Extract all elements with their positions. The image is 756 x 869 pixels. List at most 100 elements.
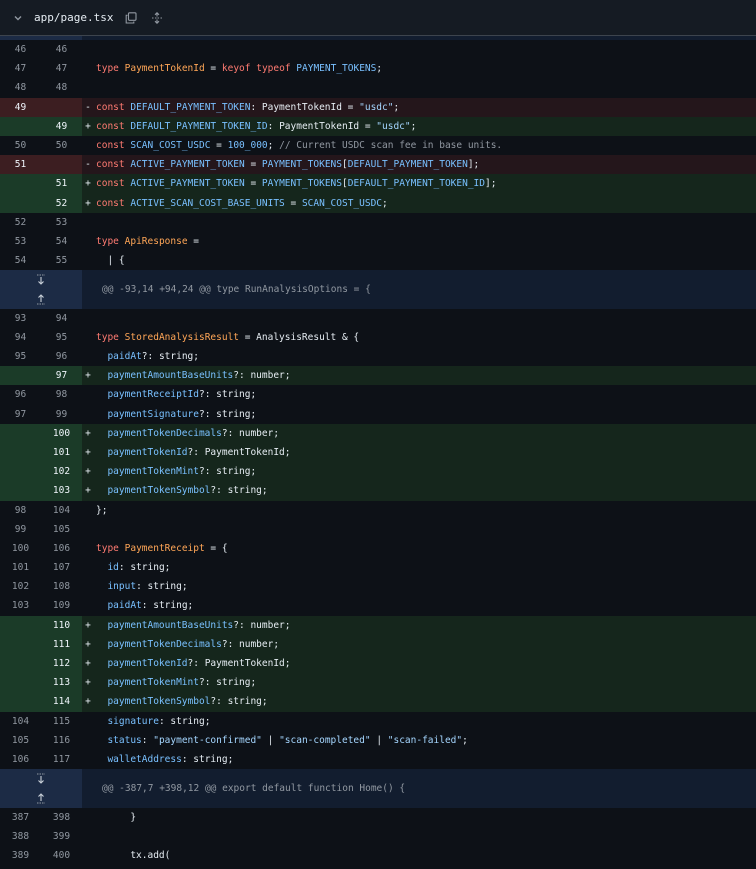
added-marker: + [85,485,91,497]
old-line-number: 49 [0,97,41,117]
old-line-number: 103 [11,600,30,612]
code-line: paymentTokenId?: PaymentTokenId; [107,658,291,670]
old-line-number: 95 [14,351,27,363]
code-line: paymentAmountBaseUnits?: number; [107,619,291,631]
new-line-number: 54 [55,235,68,247]
diff-line-added: 114 + paymentTokenSymbol?: string; [0,692,756,712]
diff-view: 46 46 47 47 type PaymentTokenId = keyof typ… [0,36,756,866]
new-line-number: 53 [55,216,68,228]
new-line-number: 108 [52,581,71,593]
diff-line-added: 97 + paymentAmountBaseUnits?: number; [0,366,756,386]
old-line-number: 105 [11,734,30,746]
diff-line: 98 104}; [0,500,756,520]
old-line-number [0,366,41,386]
old-line-number: 47 [14,63,27,75]
diff-line: 103 109 paidAt: string; [0,596,756,616]
diff-line-added: 100 + paymentTokenDecimals?: number; [0,423,756,443]
file-header: app/page.tsx [0,0,756,36]
new-line-number: 103 [41,481,82,501]
diff-line: 46 46 [0,40,756,60]
new-line-number: 117 [52,753,71,765]
diff-line-added: 102 + paymentTokenMint?: string; [0,462,756,482]
hunk-header: @@ -93,14 +94,24 @@ type RunAnalysisOpti… [0,270,756,309]
old-line-number [0,116,41,136]
diff-line: 99 105 [0,519,756,539]
code-line: paymentTokenMint?: string; [107,677,257,689]
code-line: const ACTIVE_PAYMENT_TOKEN = PAYMENT_TOK… [96,159,480,171]
code-line: type ApiResponse = [96,235,199,247]
new-line-number: 99 [55,408,68,420]
new-line-number: 97 [41,366,82,386]
expand-up-icon[interactable] [0,290,82,309]
old-line-number: 97 [14,408,27,420]
added-marker: + [85,466,91,478]
added-marker: + [85,446,91,458]
diff-line: 102 108 input: string; [0,577,756,597]
new-line-number: 113 [41,673,82,693]
diff-line: 50 50 const SCAN_COST_USDC = 100_000; // C… [0,135,756,156]
old-line-number: 106 [11,753,30,765]
code-line: } [96,811,137,823]
code-line: const ACTIVE_PAYMENT_TOKEN = PAYMENT_TOK… [96,178,497,190]
old-line-number: 51 [0,155,41,175]
old-line-number: 96 [14,389,27,401]
expand-down-icon[interactable] [0,270,82,289]
diff-line: 47 47 type PaymentTokenId = keyof typeof P… [0,59,756,79]
old-line-number: 48 [14,82,27,94]
code-line: paymentTokenId?: PaymentTokenId; [107,446,291,458]
code-line: paymentReceiptId?: string; [107,389,257,401]
old-line-number: 99 [14,523,27,535]
hunk-header: @@ -387,7 +398,12 @@ export default func… [0,769,756,808]
new-line-number: 46 [55,44,68,55]
hunk-header-text: @@ -93,14 +94,24 @@ type RunAnalysisOpti… [102,283,371,295]
code-line: paymentTokenDecimals?: number; [107,638,280,650]
new-line-number: 112 [41,654,82,674]
new-line-number: 94 [55,312,68,324]
code-line: paidAt?: string; [107,351,199,363]
code-line: tx.add( [96,849,171,861]
new-line-number: 111 [41,634,82,655]
new-line-number: 47 [55,63,68,75]
diff-line-added: 51 + const ACTIVE_PAYMENT_TOKEN = PAYMENT_… [0,174,756,194]
diff-line: 104 115 signature: string; [0,711,756,731]
code-line: id: string; [107,562,171,574]
new-line-number: 110 [41,615,82,635]
new-line-number: 400 [52,849,71,861]
diff-line-added: 103 + paymentTokenSymbol?: string; [0,481,756,501]
new-line-number: 96 [55,351,68,363]
diff-line: 389 400 tx.add( [0,845,756,866]
new-line-number: 100 [41,423,82,443]
code-line: signature: string; [107,715,211,727]
new-line-number: 114 [41,692,82,712]
diff-line-removed: 51 - const ACTIVE_PAYMENT_TOKEN = PAYMENT_… [0,155,756,175]
old-line-number: 102 [11,581,30,593]
old-line-number: 389 [11,849,30,861]
code-line: type PaymentTokenId = keyof typeof PAYME… [96,63,383,75]
hunk-header-text: @@ -387,7 +398,12 @@ export default func… [102,782,406,794]
added-marker: + [85,178,91,190]
code-line: paymentTokenMint?: string; [107,466,257,478]
expand-down-icon[interactable] [0,769,82,788]
code-line: paymentTokenDecimals?: number; [107,427,280,439]
diff-line-added: 110 + paymentAmountBaseUnits?: number; [0,615,756,635]
old-line-number: 100 [11,542,30,554]
expand-up-icon[interactable] [0,788,82,807]
copy-icon[interactable] [123,10,139,26]
chevron-down-icon[interactable] [10,10,26,26]
added-marker: + [85,120,91,132]
new-line-number: 101 [41,442,82,463]
unfold-icon[interactable] [149,10,165,26]
code-line: status: "payment-confirmed" | "scan-comp… [107,734,468,746]
diff-line: 387 398 } [0,807,756,827]
new-line-number: 51 [41,174,82,194]
new-line-number: 50 [55,139,68,151]
diff-line-added: 101 + paymentTokenId?: PaymentTokenId; [0,442,756,463]
old-line-number: 101 [11,562,30,574]
code-line: const DEFAULT_PAYMENT_TOKEN_ID: PaymentT… [96,120,417,132]
diff-line: 388 399 [0,826,756,846]
old-line-number [0,193,41,213]
code-line: input: string; [107,581,188,593]
diff-line: 53 54 type ApiResponse = [0,231,756,252]
file-name[interactable]: app/page.tsx [34,11,113,24]
added-marker: + [85,696,91,708]
